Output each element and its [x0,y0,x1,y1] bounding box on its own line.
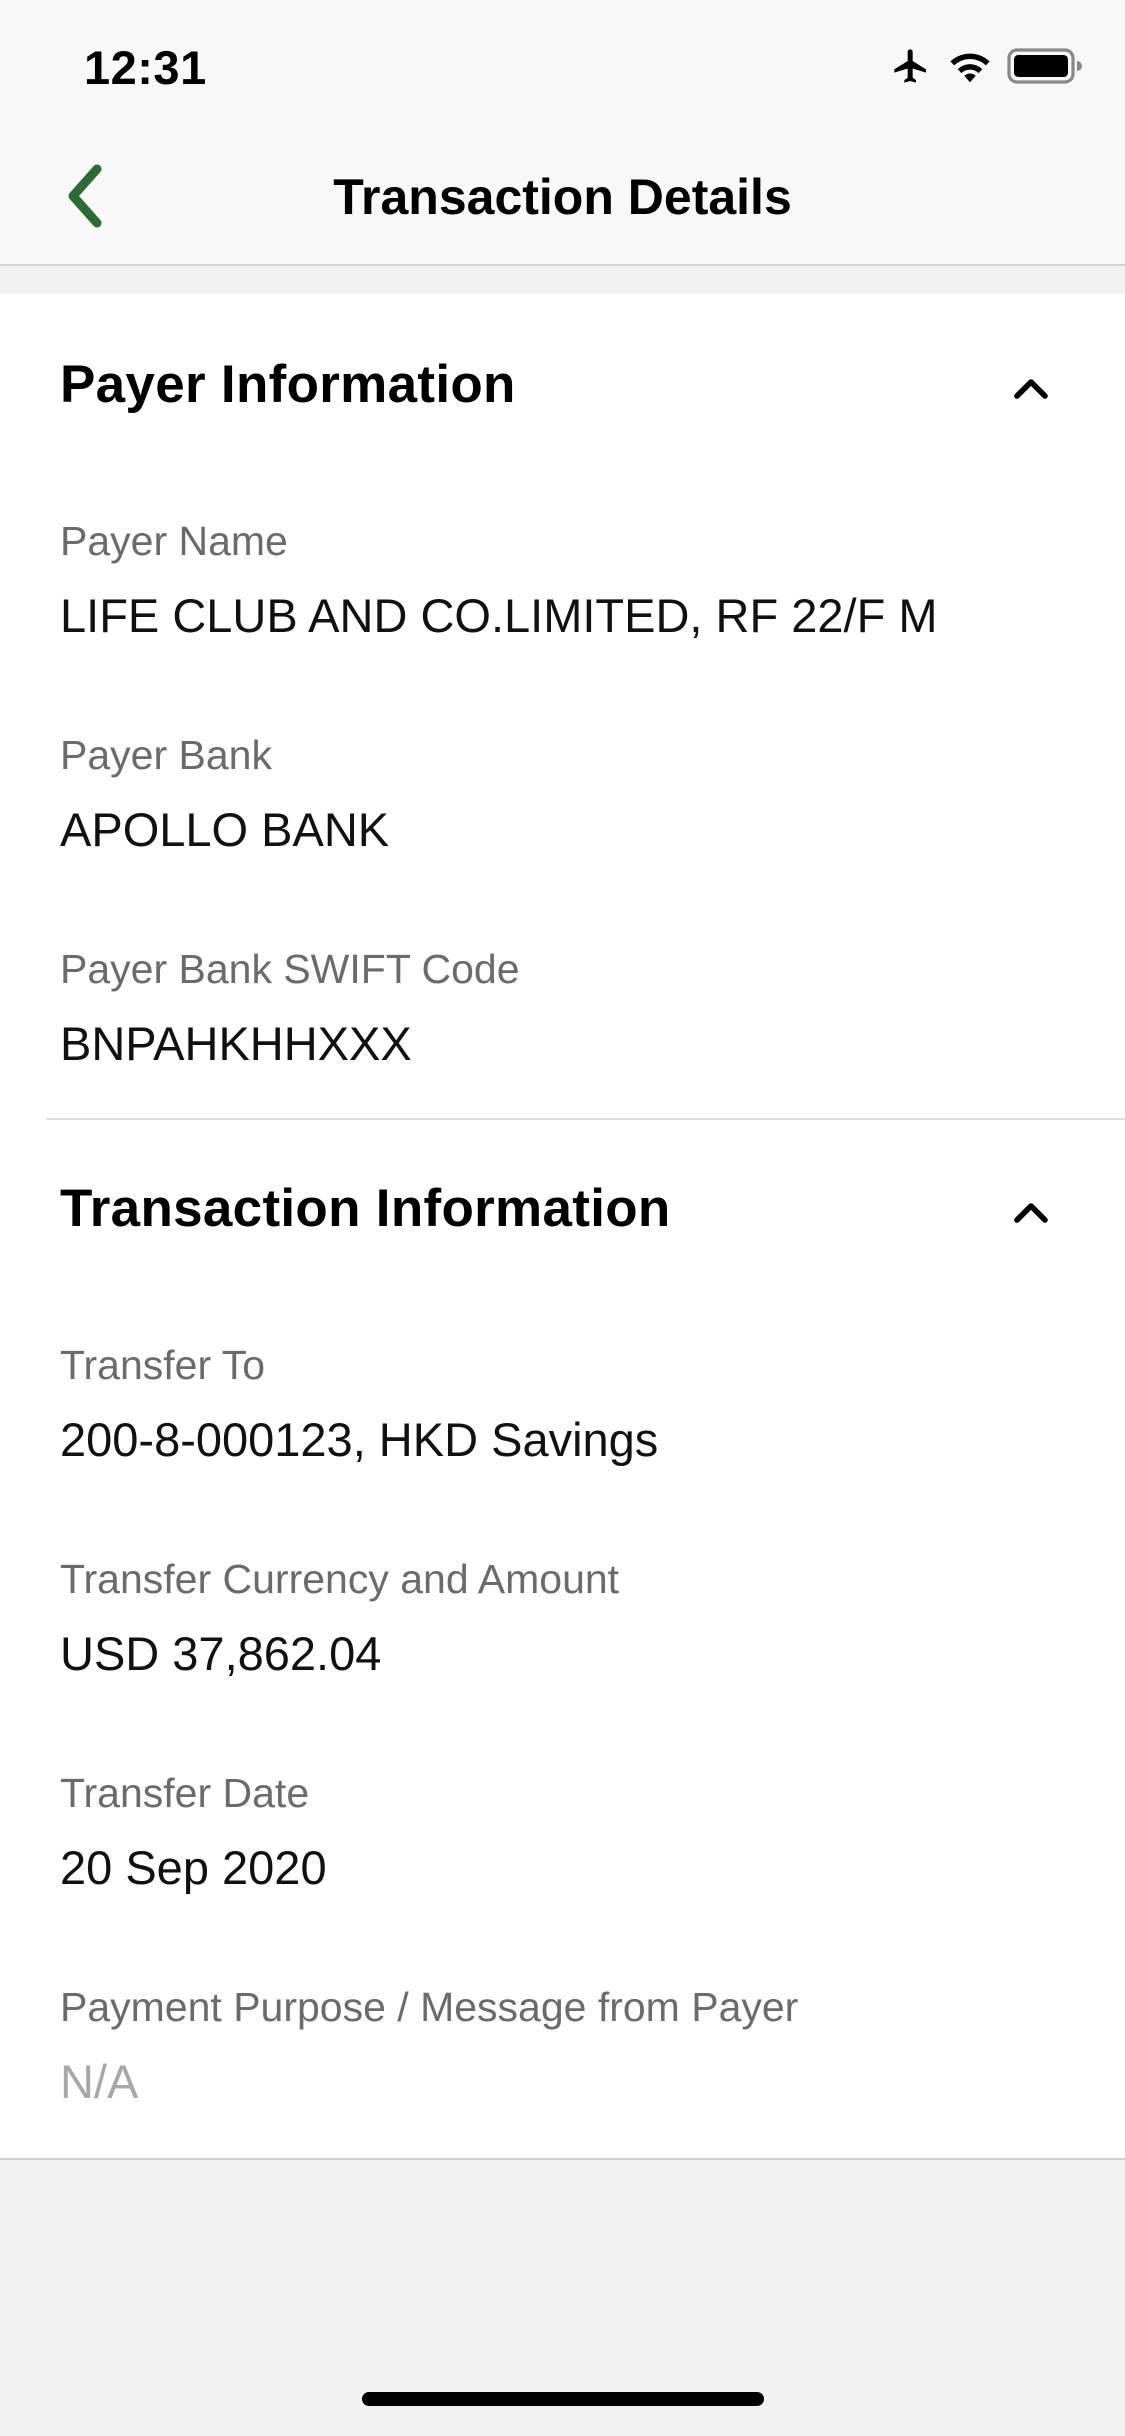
payer-bank-label: Payer Bank [60,732,272,778]
status-bar: 12:31 [0,0,1125,130]
airplane-icon [889,46,933,91]
battery-icon [1007,48,1083,89]
payer-bank-value: APOLLO BANK [60,803,390,856]
transfer-to-value: 200-8-000123, HKD Savings [60,1413,659,1466]
transfer-date-value: 20 Sep 2020 [60,1841,327,1894]
section-divider [46,1118,1125,1120]
transfer-amount-label: Transfer Currency and Amount [60,1556,620,1602]
payment-purpose-value: N/A [60,2055,139,2108]
status-icons [889,46,1083,91]
section-title: Payer Information [60,355,516,414]
chevron-up-icon[interactable] [1007,1190,1055,1238]
payer-information-header[interactable]: Payer Information [60,334,1125,434]
payer-name-value: LIFE CLUB AND CO.LIMITED, RF 22/F M [60,589,938,642]
transfer-amount-value: USD 37,862.04 [60,1627,382,1680]
chevron-up-icon[interactable] [1007,366,1055,414]
home-indicator[interactable] [362,2392,764,2406]
nav-bar: Transaction Details [0,130,1125,266]
transaction-information-header[interactable]: Transaction Information [60,1158,1125,1258]
payer-swift-label: Payer Bank SWIFT Code [60,946,520,992]
payer-name-label: Payer Name [60,518,288,564]
payment-purpose-label: Payment Purpose / Message from Payer [60,1984,799,2030]
payer-swift-value: BNPAHKHHXXX [60,1017,412,1070]
wifi-icon [947,48,993,89]
status-time: 12:31 [84,41,207,94]
transaction-details-content: Payer Information Payer Name LIFE CLUB A… [0,294,1125,2160]
page-title: Transaction Details [333,169,792,225]
transfer-date-label: Transfer Date [60,1770,310,1816]
transfer-to-label: Transfer To [60,1342,266,1388]
section-title: Transaction Information [60,1179,671,1238]
